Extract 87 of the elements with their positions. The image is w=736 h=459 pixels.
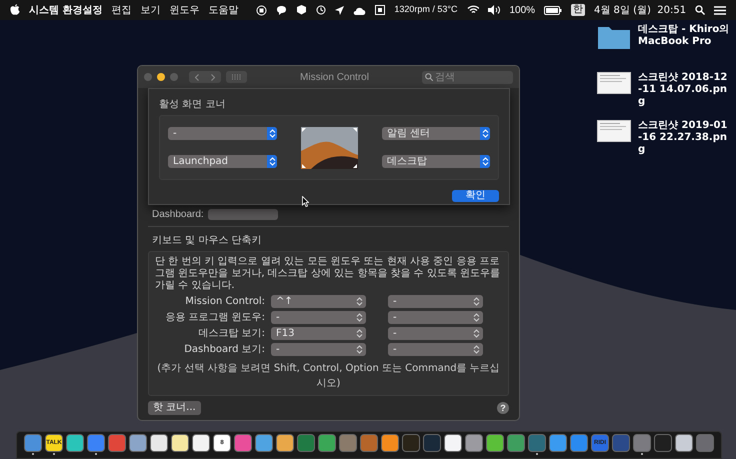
popup-button[interactable]: - xyxy=(388,327,483,340)
search-icon[interactable] xyxy=(695,5,706,15)
file-name[interactable]: 스크린샷 2019-01-16 22.27.38.png xyxy=(638,120,730,156)
footnote-text: (추가 선택 사항을 보려면 Shift, Control, Option 또는 Command를 누르십시오) xyxy=(156,362,501,391)
up-down-arrows-icon xyxy=(473,345,480,354)
up-down-arrows-icon xyxy=(268,157,276,166)
search-field[interactable]: 검색 xyxy=(422,70,513,84)
up-down-arrows-icon xyxy=(356,345,363,354)
battery-percentage[interactable]: 100% xyxy=(509,2,536,18)
up-down-arrows-icon xyxy=(356,329,363,338)
folder-icon xyxy=(597,24,631,50)
wifi-icon[interactable] xyxy=(466,5,480,15)
speaker-icon[interactable] xyxy=(488,5,500,15)
menu-item[interactable]: 보기 xyxy=(140,2,160,18)
popup-button[interactable]: - xyxy=(168,127,277,140)
app-icon[interactable] xyxy=(318,434,336,452)
menu-clock[interactable]: 4월 8일 (월) 20:51 xyxy=(594,2,686,18)
help-button[interactable]: ? xyxy=(497,402,509,414)
show-all-button[interactable] xyxy=(226,71,247,83)
menu-item[interactable]: 도움말 xyxy=(208,2,238,18)
up-down-arrows-icon xyxy=(482,129,488,138)
up-down-arrows-icon xyxy=(356,297,363,306)
app-icon[interactable] xyxy=(444,434,462,452)
apple-icon[interactable] xyxy=(10,4,20,16)
up-down-arrows-icon xyxy=(473,313,480,322)
shortcut-label: Mission Control: xyxy=(184,295,265,309)
up-down-arrows-icon xyxy=(473,329,480,338)
app-icon[interactable] xyxy=(549,434,567,452)
speech-bubble-icon[interactable] xyxy=(276,4,288,16)
app-icon[interactable] xyxy=(381,434,399,452)
app-icon[interactable] xyxy=(150,434,168,452)
ok-button[interactable]: 확인 xyxy=(452,190,499,202)
back-icon xyxy=(195,74,199,80)
app-icon[interactable] xyxy=(171,434,189,452)
menu-item[interactable]: 편집 xyxy=(111,2,132,18)
popup-button[interactable]: - xyxy=(388,311,483,324)
popup-button[interactable]: F13 xyxy=(271,327,366,340)
hot-corners-button[interactable]: 핫 코너... xyxy=(148,401,201,415)
list-icon[interactable] xyxy=(714,6,726,14)
app-icon[interactable] xyxy=(129,434,147,452)
popup-button[interactable]: - xyxy=(388,295,483,308)
file-name[interactable]: 스크린샷 2018-12-11 14.07.06.png xyxy=(638,72,730,108)
up-down-arrows-icon xyxy=(482,157,488,166)
desktop-preview-drawing xyxy=(301,126,358,168)
popup-button[interactable]: ^↑ xyxy=(271,295,366,308)
app-menu[interactable]: 시스템 환경설정 xyxy=(28,2,102,18)
up-down-arrows-icon xyxy=(473,297,480,306)
mouse-pointer-icon xyxy=(302,196,309,207)
cloud-upload-icon[interactable] xyxy=(353,6,366,14)
forward-icon xyxy=(211,74,215,80)
input-source[interactable]: 한 xyxy=(571,4,586,16)
shortcut-label: 응용 프로그램 윈도우: xyxy=(164,311,265,325)
app-icon[interactable] xyxy=(675,434,693,452)
minimize-button[interactable] xyxy=(157,73,165,81)
popup-button[interactable]: - xyxy=(388,343,483,356)
document-thumbnail xyxy=(597,120,631,142)
app-icon[interactable] xyxy=(486,434,504,452)
menu-item[interactable]: 윈도우 xyxy=(169,2,200,18)
search-icon xyxy=(425,73,433,81)
dashboard-label: Dashboard: xyxy=(152,208,204,222)
sheet-title: 활성 화면 코너 xyxy=(159,98,226,112)
app-icon[interactable] xyxy=(276,434,294,452)
popup-button[interactable]: 알림 센터 xyxy=(382,127,490,140)
popup-button[interactable]: 데스크탑 xyxy=(382,155,490,168)
up-down-arrows-icon xyxy=(356,313,363,322)
shortcut-label: Dashboard 보기: xyxy=(183,343,265,357)
section-title: 키보드 및 마우스 단축키 xyxy=(151,234,263,248)
location-arrow-icon[interactable] xyxy=(335,6,344,14)
fan-reading[interactable]: 1320rpm / 53°C xyxy=(394,3,458,17)
record-icon[interactable] xyxy=(256,4,268,16)
app-icon[interactable] xyxy=(255,434,273,452)
description-text: 단 한 번의 키 입력으로 열려 있는 모든 윈도우 또는 현재 사용 중인 응용 프로그램 윈도우만을 보거나, 데스크탑 상에 있는 항목을 찾을 수 있도록 윈도우를 가릴 수 있습니다. xyxy=(155,256,501,292)
app-icon[interactable] xyxy=(465,434,483,452)
grid-icon xyxy=(232,74,242,80)
popup-button[interactable]: Launchpad xyxy=(168,155,277,168)
app-icon[interactable] xyxy=(192,434,210,452)
document-thumbnail xyxy=(597,72,631,94)
up-down-arrows-icon xyxy=(268,129,276,138)
popup-button[interactable]: - xyxy=(271,343,366,356)
shortcut-label: 데스크탑 보기: xyxy=(197,327,265,341)
app-icon[interactable] xyxy=(66,434,84,452)
battery-icon[interactable] xyxy=(544,6,562,14)
back-forward-button[interactable] xyxy=(189,71,221,83)
popup-button[interactable]: - xyxy=(271,311,366,324)
file-name[interactable]: 데스크탑 - Khiro의 MacBook Pro xyxy=(638,24,730,48)
window-title: Mission Control xyxy=(299,70,370,84)
clock-icon[interactable] xyxy=(316,5,326,15)
